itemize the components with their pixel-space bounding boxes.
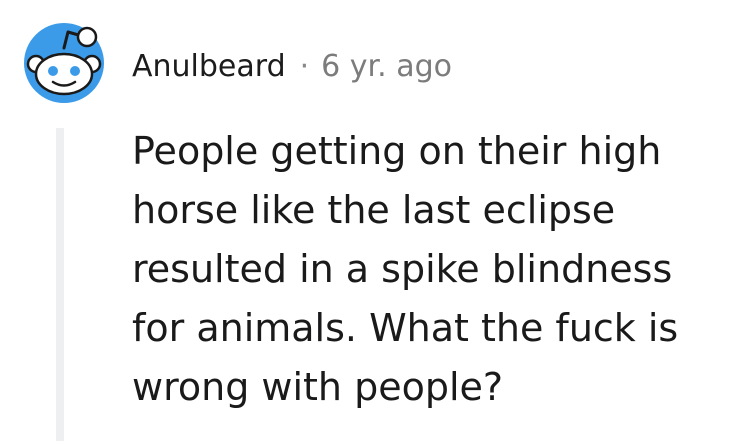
comment-body: People getting on their high horse like … bbox=[132, 129, 679, 409]
username-link[interactable]: Anulbeard bbox=[132, 49, 286, 84]
comment-timestamp[interactable]: 6 yr. ago bbox=[321, 49, 452, 84]
thread-line[interactable] bbox=[56, 128, 64, 441]
comment: Anulbeard · 6 yr. ago People getting on … bbox=[0, 0, 747, 441]
meta-separator: · bbox=[299, 48, 310, 84]
reddit-snoo-avatar-icon bbox=[24, 23, 104, 103]
comment-header: Anulbeard · 6 yr. ago bbox=[132, 44, 452, 88]
avatar[interactable] bbox=[23, 22, 105, 104]
